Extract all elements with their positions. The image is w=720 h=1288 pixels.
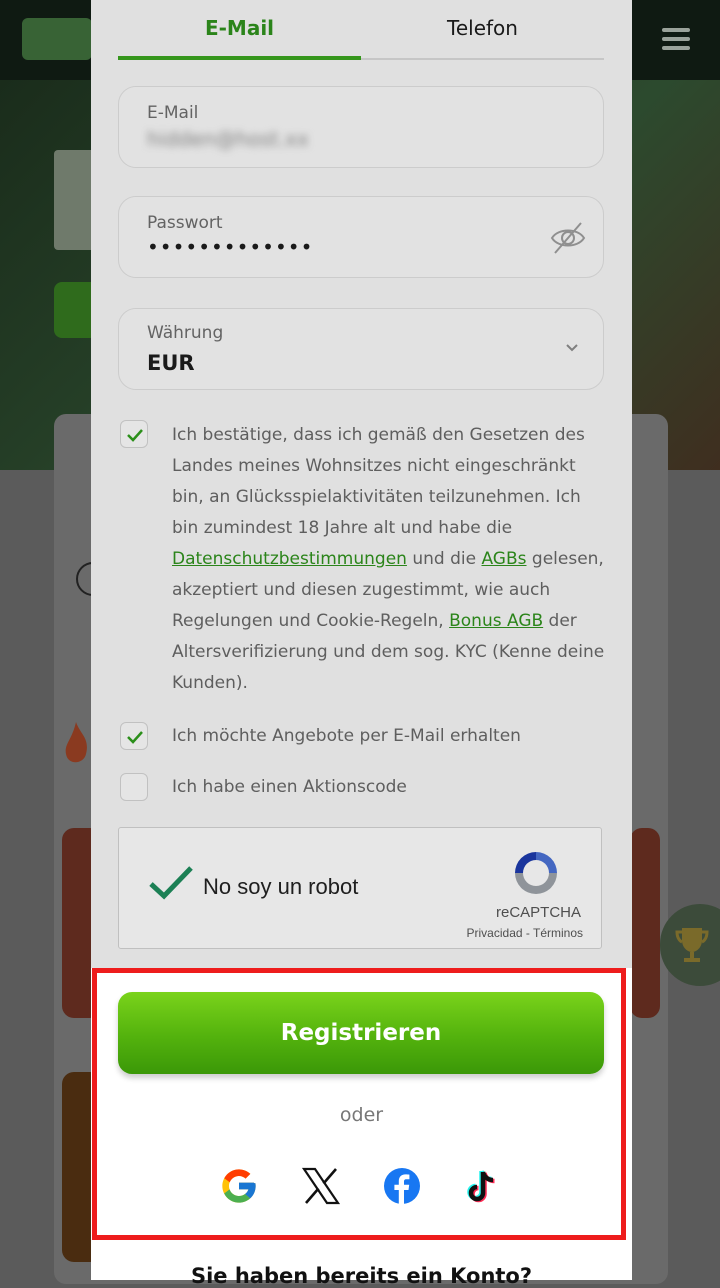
password-value[interactable]: ••••••••••••• [147,235,313,259]
site-logo [22,18,92,60]
terms-text-part: Ich bestätige, dass ich gemäß den Gesetz… [172,425,585,538]
terms-consent: Ich bestätige, dass ich gemäß den Gesetz… [118,420,604,698]
terms-checkbox[interactable] [120,420,148,448]
login-prompt[interactable]: Sie haben bereits ein Konto? [91,1264,632,1288]
email-field[interactable]: E-Mail hidden@host.xx [118,86,604,168]
terms-text-part: und die [406,549,482,569]
active-tab-indicator [118,56,361,60]
promo-code-label: Ich habe einen Aktionscode [172,777,407,797]
tab-phone[interactable]: Telefon [361,0,604,56]
terms-text: Ich bestätige, dass ich gemäß den Gesetz… [172,420,608,699]
password-field[interactable]: Passwort ••••••••••••• [118,196,604,278]
tiktok-icon[interactable] [463,1166,503,1206]
eye-off-icon[interactable] [549,219,587,257]
recaptcha-links[interactable]: Privacidad - Términos [467,926,583,940]
recaptcha-checkmark-icon[interactable] [147,862,195,902]
register-section: Registrieren oder Sie haben bereits ein … [91,968,632,1288]
recaptcha-logo-icon [515,852,557,894]
google-icon[interactable] [219,1166,259,1206]
email-value[interactable]: hidden@host.xx [147,127,309,151]
background-game-card [630,828,660,1018]
privacy-link[interactable]: Datenschutzbestimmungen [172,549,407,569]
promo-code-checkbox[interactable] [120,773,148,801]
x-icon[interactable] [301,1166,341,1206]
bonus-terms-link[interactable]: Bonus AGB [449,611,543,631]
promo-code-option: Ich habe einen Aktionscode [118,773,604,803]
recaptcha-brand: reCAPTCHA [495,904,581,921]
offers-option: Ich möchte Angebote per E-Mail erhalten [118,722,604,752]
tab-email[interactable]: E-Mail [118,0,361,56]
recaptcha-label: No soy un robot [203,874,359,899]
fire-icon [65,722,87,763]
chevron-down-icon[interactable] [565,341,579,355]
currency-select[interactable]: Währung EUR [118,308,604,390]
currency-value[interactable]: EUR [147,351,195,375]
trophy-icon [675,928,709,962]
checkmark-icon [127,731,143,744]
register-button[interactable]: Registrieren [118,992,604,1074]
registration-tabs: E-Mail Telefon [118,0,604,60]
or-divider: oder [339,1104,384,1126]
email-label: E-Mail [147,103,199,123]
facebook-icon[interactable] [382,1166,422,1206]
offers-label: Ich möchte Angebote per E-Mail erhalten [172,726,521,746]
offers-checkbox[interactable] [120,722,148,750]
menu-icon [662,28,690,50]
recaptcha-widget: No soy un robot reCAPTCHA Privacidad - T… [118,827,602,949]
password-label: Passwort [147,213,223,233]
checkmark-icon [127,429,143,442]
terms-link[interactable]: AGBs [481,549,526,569]
currency-label: Währung [147,323,224,343]
registration-modal: E-Mail Telefon E-Mail hidden@host.xx Pas… [91,0,632,1288]
